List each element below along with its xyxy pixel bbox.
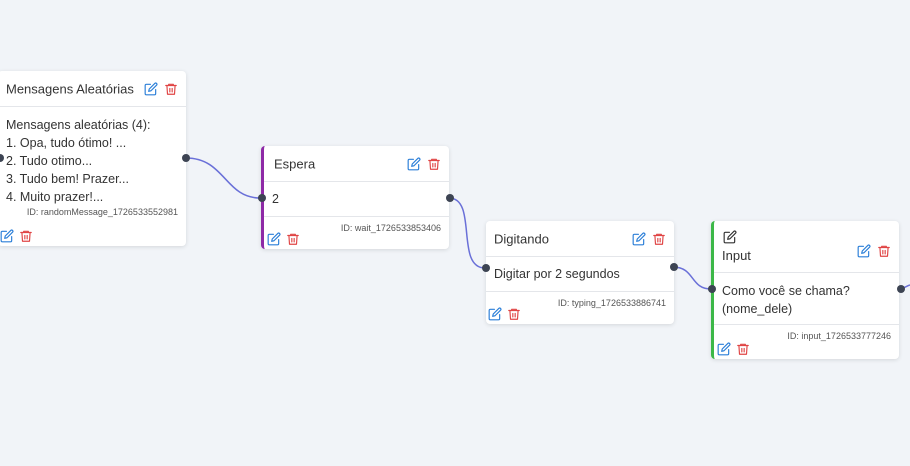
output-handle[interactable] [670,263,678,271]
node-typing[interactable]: Digitando Digitar por 2 segundos ID: typ… [482,221,678,324]
delete-icon[interactable] [286,232,300,246]
edit-icon[interactable] [632,232,646,246]
output-handle[interactable] [897,285,905,293]
list-item: 2. Tudo otimo... [6,154,93,168]
list-item: 3. Tudo bem! Prazer... [6,172,129,186]
delete-icon[interactable] [507,307,521,321]
edit-icon[interactable] [488,307,502,321]
edit-icon[interactable] [407,157,421,171]
edit-icon[interactable] [144,82,158,96]
node-wait[interactable]: Espera 2 ID: wait_1726533853406 [258,146,454,249]
typing-duration: Digitar por 2 segundos [494,267,620,281]
output-handle[interactable] [446,194,454,202]
input-handle[interactable] [708,285,716,293]
node-title: Input [722,248,751,263]
edit-icon[interactable] [267,232,281,246]
node-summary: Mensagens aleatórias (4): [6,118,151,132]
delete-icon[interactable] [877,244,891,258]
input-question: Como você se chama? [722,284,850,298]
edge-typing-to-input[interactable] [672,266,712,290]
node-input[interactable]: Input Como você se chama? (nome_dele) ID… [708,221,905,359]
wait-seconds: 2 [272,192,279,206]
node-title: Digitando [494,231,549,246]
input-handle[interactable] [482,264,490,272]
input-variable: (nome_dele) [722,302,793,316]
node-title: Espera [274,156,316,171]
node-title: Mensagens Aleatórias [6,81,134,96]
delete-icon[interactable] [736,342,750,356]
output-handle[interactable] [182,154,190,162]
edit-icon[interactable] [857,244,871,258]
node-id: ID: randomMessage_1726533552981 [26,207,178,217]
flow-canvas[interactable]: Mensagens Aleatórias Mensagens aleatória… [0,0,910,466]
delete-icon[interactable] [652,232,666,246]
edit-icon[interactable] [0,229,14,243]
edge-wait-to-typing[interactable] [448,197,486,269]
list-item: 1. Opa, tudo ótimo! ... [6,136,127,150]
delete-icon[interactable] [19,229,33,243]
edit-square-icon [723,230,739,246]
input-handle[interactable] [258,194,266,202]
edit-icon[interactable] [717,342,731,356]
node-id: ID: input_1726533777246 [787,331,891,341]
node-random-message[interactable]: Mensagens Aleatórias Mensagens aleatória… [0,71,190,246]
node-id: ID: typing_1726533886741 [557,298,666,308]
node-id: ID: wait_1726533853406 [340,223,441,233]
delete-icon[interactable] [427,157,441,171]
delete-icon[interactable] [164,82,178,96]
edge-random-to-wait[interactable] [185,157,261,199]
